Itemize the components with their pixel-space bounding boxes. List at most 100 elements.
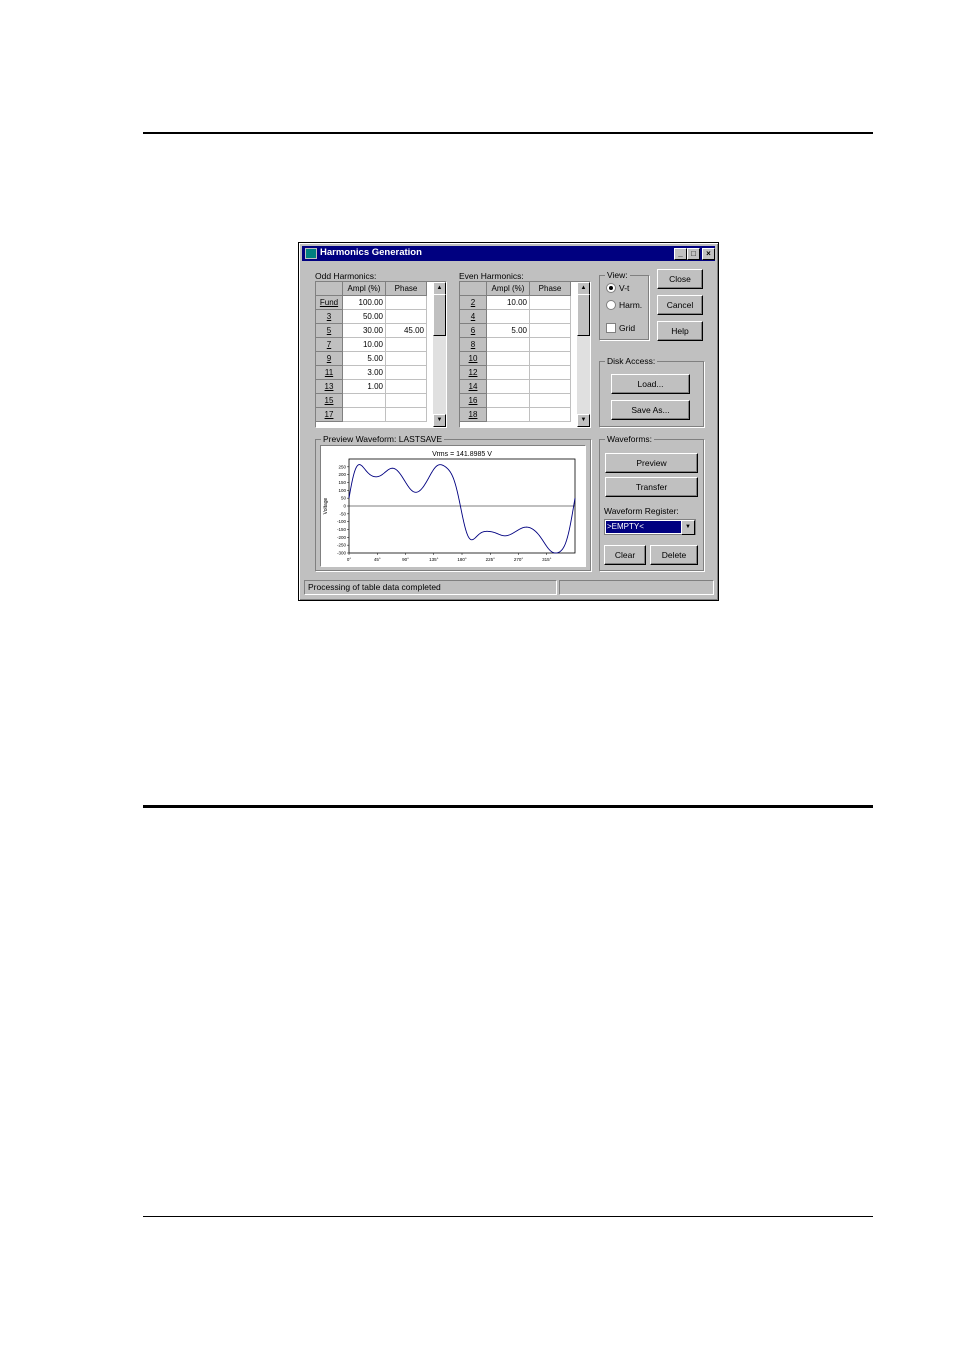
- grid-checkbox-label[interactable]: Grid: [619, 323, 635, 333]
- row-header: 15: [316, 393, 343, 408]
- vt-radio[interactable]: [606, 283, 616, 293]
- load-button[interactable]: Load...: [611, 374, 690, 394]
- chart-title: Vrms = 141.8985 V: [432, 451, 492, 458]
- clear-button[interactable]: Clear: [604, 545, 646, 565]
- phase-cell[interactable]: [529, 351, 571, 366]
- help-button[interactable]: Help: [657, 321, 703, 341]
- harm-radio-label[interactable]: Harm.: [619, 300, 642, 310]
- minimize-button[interactable]: _: [674, 248, 687, 260]
- even-table-scrollbar[interactable]: ▲ ▼: [577, 282, 590, 427]
- ampl-cell[interactable]: [486, 365, 530, 380]
- waveform-register-select[interactable]: >EMPTY< ▼: [604, 519, 696, 535]
- table-row[interactable]: 7 10.00: [316, 337, 427, 352]
- ampl-cell[interactable]: [486, 351, 530, 366]
- table-row[interactable]: 3 50.00: [316, 309, 427, 324]
- phase-cell[interactable]: [529, 309, 571, 324]
- phase-cell[interactable]: [385, 337, 427, 352]
- ampl-cell[interactable]: [486, 407, 530, 422]
- odd-table-scrollbar[interactable]: ▲ ▼: [433, 282, 446, 427]
- harm-radio[interactable]: [606, 300, 616, 310]
- table-row[interactable]: 13 1.00: [316, 379, 427, 394]
- table-row[interactable]: 10: [460, 351, 571, 366]
- ampl-cell[interactable]: 1.00: [342, 379, 386, 394]
- waveform-plot: Vrms = 141.8985 V Voltage 250 200 150 100 50 0 -…: [320, 445, 586, 567]
- ampl-cell[interactable]: 5.00: [486, 323, 530, 338]
- phase-cell[interactable]: [529, 379, 571, 394]
- transfer-button[interactable]: Transfer: [605, 477, 698, 497]
- maximize-button[interactable]: □: [687, 248, 700, 260]
- close-button[interactable]: Close: [657, 269, 703, 289]
- x-tick-label: 180°: [457, 557, 467, 562]
- phase-cell[interactable]: 45.00: [385, 323, 427, 338]
- y-tick-label: -50: [339, 511, 346, 516]
- odd-harmonics-table[interactable]: Ampl (%) Phase Fund 100.00 3 50.00 5 30.00 4…: [315, 281, 447, 428]
- table-row[interactable]: 9 5.00: [316, 351, 427, 366]
- ampl-cell[interactable]: 10.00: [486, 295, 530, 310]
- phase-cell[interactable]: [529, 337, 571, 352]
- row-header: 18: [460, 407, 487, 422]
- row-header: 16: [460, 393, 487, 408]
- chevron-down-icon[interactable]: ▼: [681, 520, 695, 535]
- ampl-cell[interactable]: 5.00: [342, 351, 386, 366]
- table-row[interactable]: 15: [316, 393, 427, 408]
- y-tick-label: -250: [337, 543, 347, 548]
- cancel-button[interactable]: Cancel: [657, 295, 703, 315]
- scroll-thumb[interactable]: [433, 294, 446, 336]
- middle-rule: [143, 805, 873, 808]
- save-as-button[interactable]: Save As...: [611, 400, 690, 420]
- waveform-chart: Vrms = 141.8985 V Voltage 250 200 150 100 50 0 -…: [323, 451, 576, 562]
- status-pane-2: [559, 580, 714, 595]
- ampl-cell[interactable]: [342, 393, 386, 408]
- table-row[interactable]: Fund 100.00: [316, 295, 427, 310]
- row-header: 6: [460, 323, 487, 338]
- table-row[interactable]: 16: [460, 393, 571, 408]
- phase-cell[interactable]: [385, 379, 427, 394]
- table-row[interactable]: 4: [460, 309, 571, 324]
- table-row[interactable]: 5 30.00 45.00: [316, 323, 427, 338]
- ampl-cell[interactable]: 100.00: [342, 295, 386, 310]
- vt-radio-label[interactable]: V-t: [619, 283, 629, 293]
- table-row[interactable]: 2 10.00: [460, 295, 571, 310]
- phase-cell[interactable]: [385, 295, 427, 310]
- phase-cell[interactable]: [529, 323, 571, 338]
- scroll-thumb[interactable]: [577, 294, 590, 336]
- grid-checkbox[interactable]: [606, 323, 616, 333]
- x-tick-label: 315°: [542, 557, 552, 562]
- phase-cell[interactable]: [385, 407, 427, 422]
- ampl-cell[interactable]: 30.00: [342, 323, 386, 338]
- ampl-cell[interactable]: [486, 337, 530, 352]
- phase-cell[interactable]: [529, 365, 571, 380]
- phase-cell[interactable]: [385, 309, 427, 324]
- table-row[interactable]: 11 3.00: [316, 365, 427, 380]
- row-header: 4: [460, 309, 487, 324]
- ampl-cell[interactable]: [342, 407, 386, 422]
- preview-button[interactable]: Preview: [605, 453, 698, 473]
- waveform-register-label: Waveform Register:: [604, 506, 679, 516]
- ampl-cell[interactable]: 3.00: [342, 365, 386, 380]
- phase-cell[interactable]: [529, 393, 571, 408]
- phase-cell[interactable]: [529, 407, 571, 422]
- scroll-down-icon[interactable]: ▼: [433, 414, 446, 427]
- table-row[interactable]: 8: [460, 337, 571, 352]
- ampl-cell[interactable]: 50.00: [342, 309, 386, 324]
- status-text: Processing of table data completed: [304, 580, 557, 595]
- row-header: 3: [316, 309, 343, 324]
- close-window-button[interactable]: ×: [702, 248, 715, 260]
- table-row[interactable]: 14: [460, 379, 571, 394]
- phase-cell[interactable]: [385, 365, 427, 380]
- table-row[interactable]: 17: [316, 407, 427, 422]
- table-row[interactable]: 18: [460, 407, 571, 422]
- ampl-cell[interactable]: [486, 309, 530, 324]
- even-harmonics-table[interactable]: Ampl (%) Phase 2 10.00 4 6 5.00 8 10 12 14…: [459, 281, 591, 428]
- table-row[interactable]: 12: [460, 365, 571, 380]
- phase-cell[interactable]: [385, 393, 427, 408]
- table-row[interactable]: 6 5.00: [460, 323, 571, 338]
- scroll-down-icon[interactable]: ▼: [577, 414, 590, 427]
- phase-cell[interactable]: [529, 295, 571, 310]
- ampl-cell[interactable]: [486, 393, 530, 408]
- title-bar[interactable]: Harmonics Generation _ □ ×: [302, 246, 715, 261]
- ampl-cell[interactable]: 10.00: [342, 337, 386, 352]
- delete-button[interactable]: Delete: [650, 545, 698, 565]
- phase-cell[interactable]: [385, 351, 427, 366]
- ampl-cell[interactable]: [486, 379, 530, 394]
